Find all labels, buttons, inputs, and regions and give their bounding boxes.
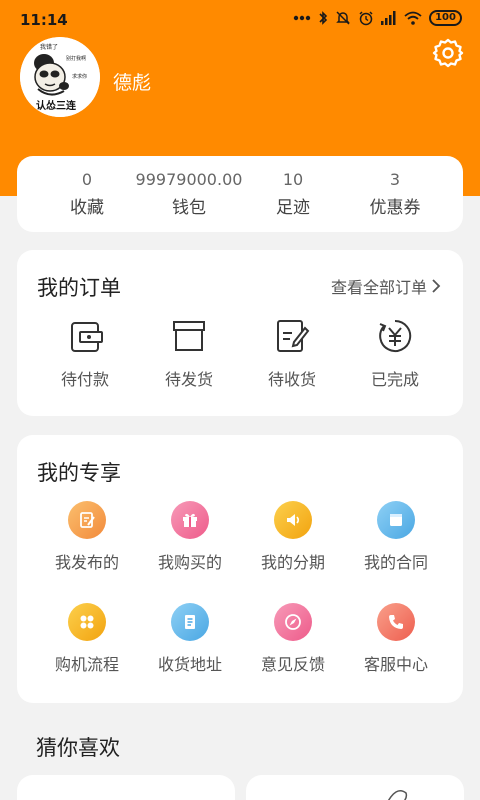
wallet-icon bbox=[71, 322, 103, 352]
avatar-text-bottom: 认怂三连 bbox=[36, 99, 77, 112]
ex-label: 意见反馈 bbox=[260, 655, 325, 674]
orders-card: 我的订单 查看全部订单 待付款 待发货 待收货 已完成 bbox=[17, 250, 463, 416]
ex-label: 客服中心 bbox=[363, 655, 428, 674]
grid-icon bbox=[68, 603, 106, 641]
status-icons: 100 bbox=[293, 10, 462, 26]
stats-card: 0 收藏 99979000.00 钱包 10 足迹 3 优惠券 bbox=[17, 156, 463, 232]
stat-coupons[interactable]: 3 优惠券 bbox=[335, 170, 455, 218]
view-all-orders-link[interactable]: 查看全部订单 bbox=[331, 274, 441, 298]
wifi-icon bbox=[404, 11, 422, 25]
recommend-card-2[interactable] bbox=[246, 775, 464, 800]
panda-meme-icon: 我错了 别打我啊 求求你 认怂三连 bbox=[20, 37, 100, 117]
stat-label: 优惠券 bbox=[369, 198, 421, 218]
battery-indicator: 100 bbox=[429, 10, 462, 26]
bluetooth-icon bbox=[319, 11, 328, 25]
box-icon bbox=[173, 321, 205, 351]
orders-title: 我的订单 bbox=[37, 276, 121, 300]
order-completed[interactable]: 已完成 bbox=[343, 316, 447, 390]
status-bar: 11:14 100 bbox=[0, 0, 480, 40]
avatar-text-top: 我错了 bbox=[40, 43, 58, 51]
ex-label: 我的分期 bbox=[260, 553, 325, 572]
avatar-text-right1: 别打我啊 bbox=[66, 55, 86, 62]
order-pending-shipment[interactable]: 待发货 bbox=[137, 316, 241, 390]
order-label: 已完成 bbox=[370, 370, 419, 389]
avatar-text-right2: 求求你 bbox=[72, 73, 87, 80]
recommend-title: 猜你喜欢 bbox=[36, 736, 120, 760]
my-installments[interactable]: 我的分期 bbox=[241, 501, 345, 573]
order-pending-payment[interactable]: 待付款 bbox=[33, 316, 137, 390]
product-image-partial bbox=[387, 790, 408, 800]
yuan-icon bbox=[379, 319, 412, 352]
order-label: 待发货 bbox=[164, 370, 213, 389]
stat-wallet[interactable]: 99979000.00 钱包 bbox=[129, 170, 249, 218]
order-label: 待收货 bbox=[267, 370, 316, 389]
purchase-process[interactable]: 购机流程 bbox=[35, 603, 139, 675]
settings-gear-icon[interactable] bbox=[432, 37, 464, 69]
exclusive-title: 我的专享 bbox=[37, 461, 121, 485]
view-all-label: 查看全部订单 bbox=[330, 278, 427, 297]
shipping-address[interactable]: 收货地址 bbox=[138, 603, 242, 675]
ex-label: 购机流程 bbox=[54, 655, 119, 674]
stat-label: 钱包 bbox=[172, 198, 206, 218]
avatar[interactable]: 我错了 别打我啊 求求你 认怂三连 bbox=[20, 37, 100, 117]
speaker-icon bbox=[274, 501, 312, 539]
my-purchased[interactable]: 我购买的 bbox=[138, 501, 242, 573]
signal-icon bbox=[381, 11, 396, 25]
gift-icon bbox=[171, 501, 209, 539]
calendar-icon bbox=[377, 501, 415, 539]
more-dots-icon bbox=[293, 15, 311, 21]
status-time: 11:14 bbox=[20, 11, 68, 29]
receipt-icon bbox=[277, 320, 310, 352]
ex-label: 收货地址 bbox=[157, 655, 222, 674]
order-pending-receipt[interactable]: 待收货 bbox=[240, 316, 344, 390]
ex-label: 我的合同 bbox=[363, 553, 428, 572]
mute-icon bbox=[336, 11, 350, 25]
customer-service[interactable]: 客服中心 bbox=[344, 603, 448, 675]
order-label: 待付款 bbox=[60, 370, 109, 389]
exclusive-card: 我的专享 我发布的 我购买的 我的分期 我的合同 购机流程 收货地址 意见反馈 … bbox=[17, 435, 463, 703]
feedback[interactable]: 意见反馈 bbox=[241, 603, 345, 675]
phone-icon bbox=[377, 603, 415, 641]
my-published[interactable]: 我发布的 bbox=[35, 501, 139, 573]
document-icon bbox=[171, 603, 209, 641]
stat-value: 3 bbox=[389, 170, 401, 189]
edit-icon bbox=[68, 501, 106, 539]
recommend-card-1[interactable] bbox=[17, 775, 235, 800]
username[interactable]: 德彪 bbox=[113, 68, 151, 95]
ex-label: 我发布的 bbox=[54, 553, 119, 572]
chevron-right-icon bbox=[432, 279, 441, 293]
my-contracts[interactable]: 我的合同 bbox=[344, 501, 448, 573]
stat-value: 99979000.00 bbox=[135, 170, 243, 189]
compass-icon bbox=[274, 603, 312, 641]
ex-label: 我购买的 bbox=[157, 553, 222, 572]
alarm-icon bbox=[359, 11, 373, 26]
